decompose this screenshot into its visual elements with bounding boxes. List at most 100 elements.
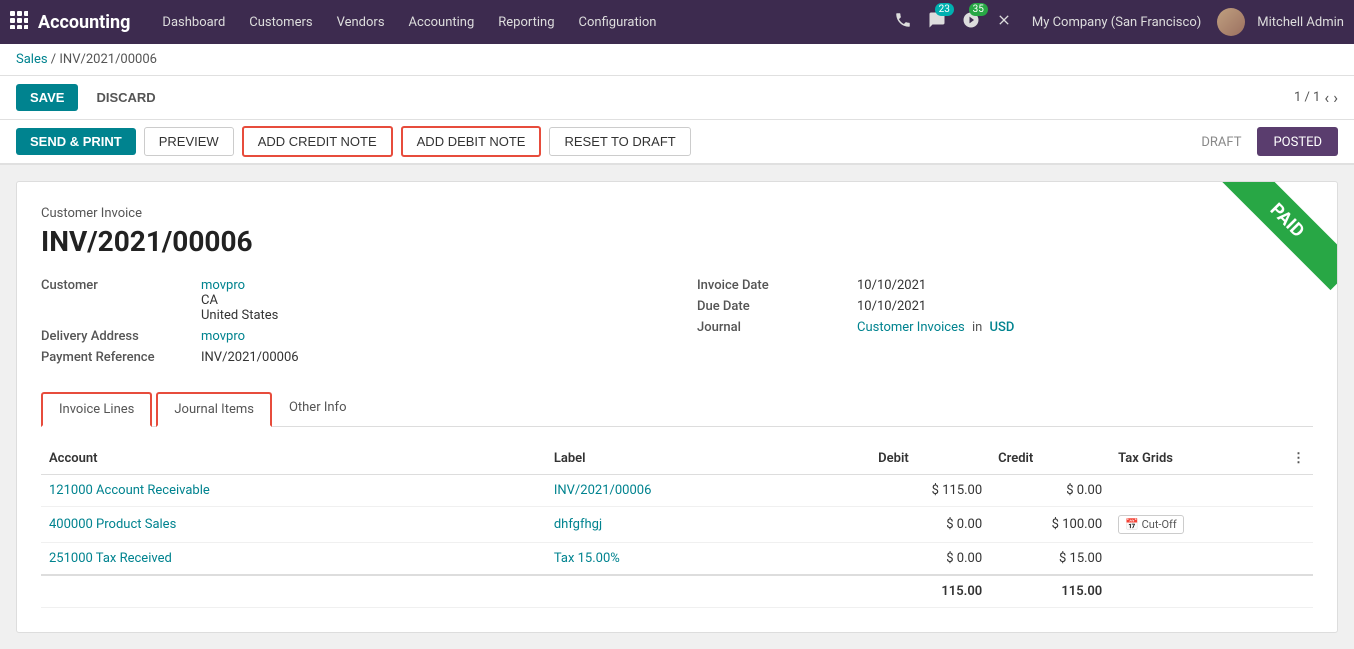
footer-tax-empty xyxy=(1110,575,1313,608)
col-label-header: Label xyxy=(546,443,870,475)
status-draft[interactable]: DRAFT xyxy=(1185,127,1257,156)
close-icon[interactable] xyxy=(992,8,1016,36)
cell-label[interactable]: Tax 15.00% xyxy=(546,543,870,576)
customer-label: Customer xyxy=(41,278,201,323)
delivery-address-field: Delivery Address movpro xyxy=(41,329,657,344)
tab-invoice-lines[interactable]: Invoice Lines xyxy=(41,392,152,427)
due-date-label: Due Date xyxy=(697,299,857,314)
pagination-text: 1 / 1 xyxy=(1294,90,1320,105)
top-nav-icons: 23 35 My Company (San Francisco) Mitchel… xyxy=(890,7,1344,37)
footer-credit-total: 115.00 xyxy=(990,575,1110,608)
tab-other-info[interactable]: Other Info xyxy=(272,391,364,426)
app-brand[interactable]: Accounting xyxy=(38,12,130,33)
breadcrumb-parent[interactable]: Sales xyxy=(16,52,48,67)
cell-options xyxy=(1230,475,1313,507)
invoice-number: INV/2021/00006 xyxy=(41,225,1313,258)
cell-debit: $ 0.00 xyxy=(870,507,990,543)
payment-ref-field: Payment Reference INV/2021/00006 xyxy=(41,350,657,365)
discard-button[interactable]: DISCARD xyxy=(86,84,165,111)
payment-ref-label: Payment Reference xyxy=(41,350,201,365)
cell-debit: $ 115.00 xyxy=(870,475,990,507)
cell-account[interactable]: 400000 Product Sales xyxy=(41,507,546,543)
cell-tax-grid: 📅 Cut-Off xyxy=(1110,507,1230,543)
toolbar: SAVE DISCARD 1 / 1 ‹ › xyxy=(0,76,1354,120)
table-row: 400000 Product Salesdhfgfhgj$ 0.00$ 100.… xyxy=(41,507,1313,543)
journal-currency[interactable]: USD xyxy=(990,320,1015,335)
cell-tax-grid xyxy=(1110,543,1230,576)
cutoff-badge[interactable]: 📅 Cut-Off xyxy=(1118,515,1184,534)
prev-page-button[interactable]: ‹ xyxy=(1324,88,1329,107)
cell-account[interactable]: 251000 Tax Received xyxy=(41,543,546,576)
activity-icon[interactable]: 35 xyxy=(958,7,984,37)
cell-label[interactable]: dhfgfhgj xyxy=(546,507,870,543)
cell-credit: $ 0.00 xyxy=(990,475,1110,507)
footer-debit-total: 115.00 xyxy=(870,575,990,608)
invoice-tabs: Invoice Lines Journal Items Other Info xyxy=(41,391,1313,427)
cell-tax-grid xyxy=(1110,475,1230,507)
nav-reporting[interactable]: Reporting xyxy=(486,0,566,44)
journal-field: Journal Customer Invoices in USD xyxy=(697,320,1313,335)
col-options-header: ⋮ xyxy=(1230,443,1313,475)
action-bar: SEND & PRINT PREVIEW ADD CREDIT NOTE ADD… xyxy=(0,120,1354,165)
tab-journal-items[interactable]: Journal Items xyxy=(156,392,272,427)
send-print-button[interactable]: SEND & PRINT xyxy=(16,128,136,155)
journal-value: Customer Invoices in USD xyxy=(857,320,1014,335)
invoice-card: PAID Customer Invoice INV/2021/00006 Cus… xyxy=(16,181,1338,633)
breadcrumb: Sales / INV/2021/00006 xyxy=(0,44,1354,76)
invoice-date-label: Invoice Date xyxy=(697,278,857,293)
nav-customers[interactable]: Customers xyxy=(237,0,324,44)
main-content: PAID Customer Invoice INV/2021/00006 Cus… xyxy=(0,165,1354,649)
col-credit-header: Credit xyxy=(990,443,1110,475)
paid-stamp: PAID xyxy=(1217,182,1337,302)
nav-dashboard[interactable]: Dashboard xyxy=(150,0,237,44)
add-credit-note-button[interactable]: ADD CREDIT NOTE xyxy=(242,126,393,157)
paid-stamp-text: PAID xyxy=(1217,182,1337,290)
customer-value: movpro CA United States xyxy=(201,278,278,323)
status-posted[interactable]: POSTED xyxy=(1257,127,1338,156)
user-name: Mitchell Admin xyxy=(1257,15,1344,30)
customer-field: Customer movpro CA United States xyxy=(41,278,657,323)
add-debit-note-button[interactable]: ADD DEBIT NOTE xyxy=(401,126,542,157)
cell-account[interactable]: 121000 Account Receivable xyxy=(41,475,546,507)
cell-debit: $ 0.00 xyxy=(870,543,990,576)
invoice-date-value: 10/10/2021 xyxy=(857,278,926,293)
save-button[interactable]: SAVE xyxy=(16,84,78,111)
cell-options xyxy=(1230,543,1313,576)
preview-button[interactable]: PREVIEW xyxy=(144,127,234,156)
journal-name[interactable]: Customer Invoices xyxy=(857,320,965,335)
invoice-details: Customer movpro CA United States Deliver… xyxy=(41,278,1313,371)
cell-credit: $ 15.00 xyxy=(990,543,1110,576)
reset-to-draft-button[interactable]: RESET TO DRAFT xyxy=(549,127,690,156)
journal-table: Account Label Debit Credit Tax Grids ⋮ 1… xyxy=(41,443,1313,608)
cell-options xyxy=(1230,507,1313,543)
messages-badge: 23 xyxy=(935,3,954,16)
customer-country: United States xyxy=(201,308,278,323)
cell-credit: $ 100.00 xyxy=(990,507,1110,543)
table-row: 251000 Tax ReceivedTax 15.00%$ 0.00$ 15.… xyxy=(41,543,1313,576)
due-date-value: 10/10/2021 xyxy=(857,299,926,314)
next-page-button[interactable]: › xyxy=(1333,88,1338,107)
phone-icon[interactable] xyxy=(890,7,916,37)
nav-vendors[interactable]: Vendors xyxy=(325,0,397,44)
footer-empty xyxy=(41,575,870,608)
pagination: 1 / 1 ‹ › xyxy=(1294,88,1338,107)
invoice-type: Customer Invoice xyxy=(41,206,1313,221)
grid-icon[interactable] xyxy=(10,11,28,33)
table-row: 121000 Account ReceivableINV/2021/00006$… xyxy=(41,475,1313,507)
messages-icon[interactable]: 23 xyxy=(924,7,950,37)
nav-accounting[interactable]: Accounting xyxy=(397,0,487,44)
customer-state: CA xyxy=(201,293,278,308)
nav-configuration[interactable]: Configuration xyxy=(567,0,669,44)
col-account-header: Account xyxy=(41,443,546,475)
delivery-address-value[interactable]: movpro xyxy=(201,329,245,344)
breadcrumb-current: INV/2021/00006 xyxy=(59,52,157,67)
activity-badge: 35 xyxy=(969,3,988,16)
delivery-address-label: Delivery Address xyxy=(41,329,201,344)
customer-name[interactable]: movpro xyxy=(201,278,245,293)
col-debit-header: Debit xyxy=(870,443,990,475)
company-name: My Company (San Francisco) xyxy=(1032,15,1201,30)
invoice-left-column: Customer movpro CA United States Deliver… xyxy=(41,278,657,371)
payment-ref-value: INV/2021/00006 xyxy=(201,350,299,365)
cell-label[interactable]: INV/2021/00006 xyxy=(546,475,870,507)
journal-label: Journal xyxy=(697,320,857,335)
